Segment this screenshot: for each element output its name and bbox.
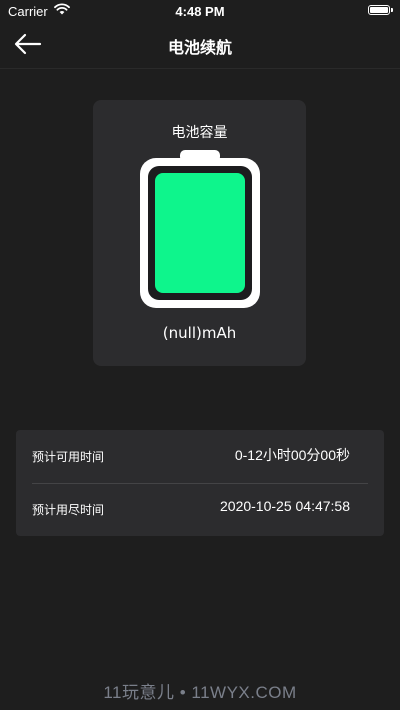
estimated-usable-time-value: 0-12小时00分00秒 — [234, 447, 350, 463]
watermark: 11玩意儿 • 11WYX.COM — [103, 683, 297, 702]
status-time: 4:48 PM — [175, 4, 225, 19]
nav-bar: 电池续航 — [0, 22, 400, 69]
capacity-label: 电池容量 — [171, 125, 228, 141]
page-title: 电池续航 — [167, 38, 232, 57]
status-bar: Carrier 4:48 PM — [0, 0, 400, 22]
estimated-depletion-time-label: 预计用尽时间 — [32, 503, 105, 517]
capacity-value: (null)mAh — [162, 324, 237, 342]
battery-estimate-card: 预计可用时间 0-12小时00分00秒 预计用尽时间 2020-10-25 04… — [16, 430, 384, 536]
status-battery-icon — [368, 5, 393, 15]
battery-fill — [155, 173, 245, 293]
estimated-usable-time-label: 预计可用时间 — [32, 450, 105, 464]
list-item: 预计用尽时间 2020-10-25 04:47:58 — [16, 483, 384, 536]
list-item: 预计可用时间 0-12小时00分00秒 — [16, 430, 384, 483]
estimated-depletion-time-value: 2020-10-25 04:47:58 — [220, 498, 350, 514]
battery-capacity-card: 电池容量 (null)mAh — [93, 100, 306, 366]
battery-level-icon — [140, 150, 260, 308]
